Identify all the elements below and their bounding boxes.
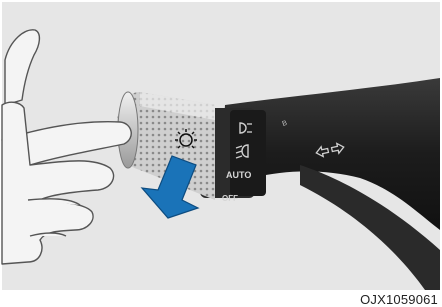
switch-label-off[interactable]: OFF (222, 194, 238, 203)
switch-label-auto[interactable]: AUTO (226, 170, 251, 180)
image-code: OJX1059061 (360, 292, 438, 307)
stalk-illustration: AUTO OFF B OJX1059061 (0, 0, 442, 307)
illustration-canvas: AUTO OFF B (1, 2, 440, 290)
